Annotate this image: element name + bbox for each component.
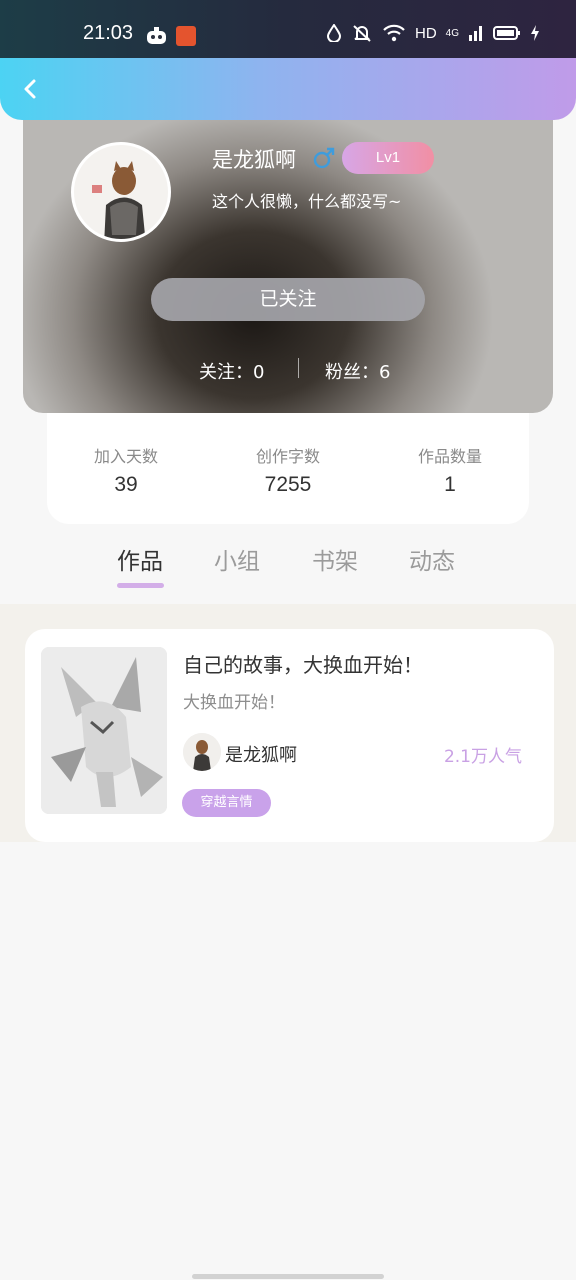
app-notification-icon [176, 26, 196, 46]
work-cover-image[interactable] [41, 647, 167, 814]
work-card[interactable]: 自己的故事，大换血开始！ 大换血开始！ 是龙狐啊 2.1万人气 穿越言情 [25, 629, 554, 842]
stats-card: 加入天数 39 创作字数 7255 作品数量 1 [47, 413, 529, 524]
stat-label: 作品数量 [417, 447, 482, 466]
stat-divider [298, 358, 299, 378]
stat-value: 7255 [264, 473, 312, 496]
works-list: 自己的故事，大换血开始！ 大换血开始！ 是龙狐啊 2.1万人气 穿越言情 [0, 604, 576, 842]
follow-button[interactable]: 已关注 [151, 278, 425, 321]
signal-label: 4G [445, 27, 459, 39]
stat-value: 39 [114, 473, 138, 496]
tab-works[interactable]: 作品 [117, 542, 163, 576]
tab-activity[interactable]: 动态 [409, 542, 455, 576]
back-arrow-icon[interactable] [16, 74, 46, 104]
username: 是龙狐啊 [212, 148, 296, 172]
active-tab-indicator [117, 583, 164, 588]
game-controller-icon [147, 27, 166, 44]
male-icon [313, 147, 335, 169]
stat-label: 创作字数 [255, 447, 320, 466]
tab-bar: 作品 小组 书架 动态 [0, 538, 576, 604]
avatar-image [74, 145, 168, 239]
author-avatar[interactable] [183, 733, 221, 771]
status-bar: 21:03 HD 4G [0, 0, 576, 58]
followers-count[interactable]: 粉丝：6 [325, 358, 390, 384]
genre-tag[interactable]: 穿越言情 [182, 789, 271, 817]
popularity-count: 2.1万人气 [443, 747, 522, 767]
work-title[interactable]: 自己的故事，大换血开始！ [183, 649, 423, 678]
avatar[interactable] [71, 142, 171, 242]
signal-icon [469, 26, 482, 41]
following-count[interactable]: 关注：0 [199, 358, 264, 384]
tab-groups[interactable]: 小组 [214, 542, 260, 576]
wifi-icon [383, 24, 405, 42]
stat-works-count: 作品数量 1 [390, 443, 510, 497]
level-badge: Lv1 [342, 142, 434, 174]
follow-stats: 关注：0 粉丝：6 [23, 356, 553, 384]
stat-label: 加入天数 [93, 447, 158, 466]
header-bar [0, 58, 576, 120]
author-avatar-image [183, 733, 221, 771]
author-name[interactable]: 是龙狐啊 [225, 741, 297, 767]
stat-value: 1 [444, 473, 456, 496]
drop-icon [326, 24, 341, 42]
mute-icon [353, 25, 371, 42]
battery-icon [493, 26, 520, 40]
stat-word-count: 创作字数 7255 [228, 443, 348, 497]
status-time: 21:03 [83, 22, 134, 44]
profile-card: 是龙狐啊 Lv1 这个人很懒，什么都没写~ 已关注 关注：0 粉丝：6 [23, 100, 553, 413]
home-indicator[interactable] [192, 1274, 384, 1279]
work-description: 大换血开始！ [183, 693, 285, 713]
user-bio: 这个人很懒，什么都没写~ [212, 192, 402, 211]
charging-icon [531, 25, 539, 41]
tab-bookshelf[interactable]: 书架 [312, 542, 358, 576]
status-indicators: HD 4G [326, 24, 540, 42]
network-label: HD [414, 24, 437, 42]
stat-join-days: 加入天数 39 [66, 443, 186, 497]
cover-illustration [41, 647, 167, 814]
